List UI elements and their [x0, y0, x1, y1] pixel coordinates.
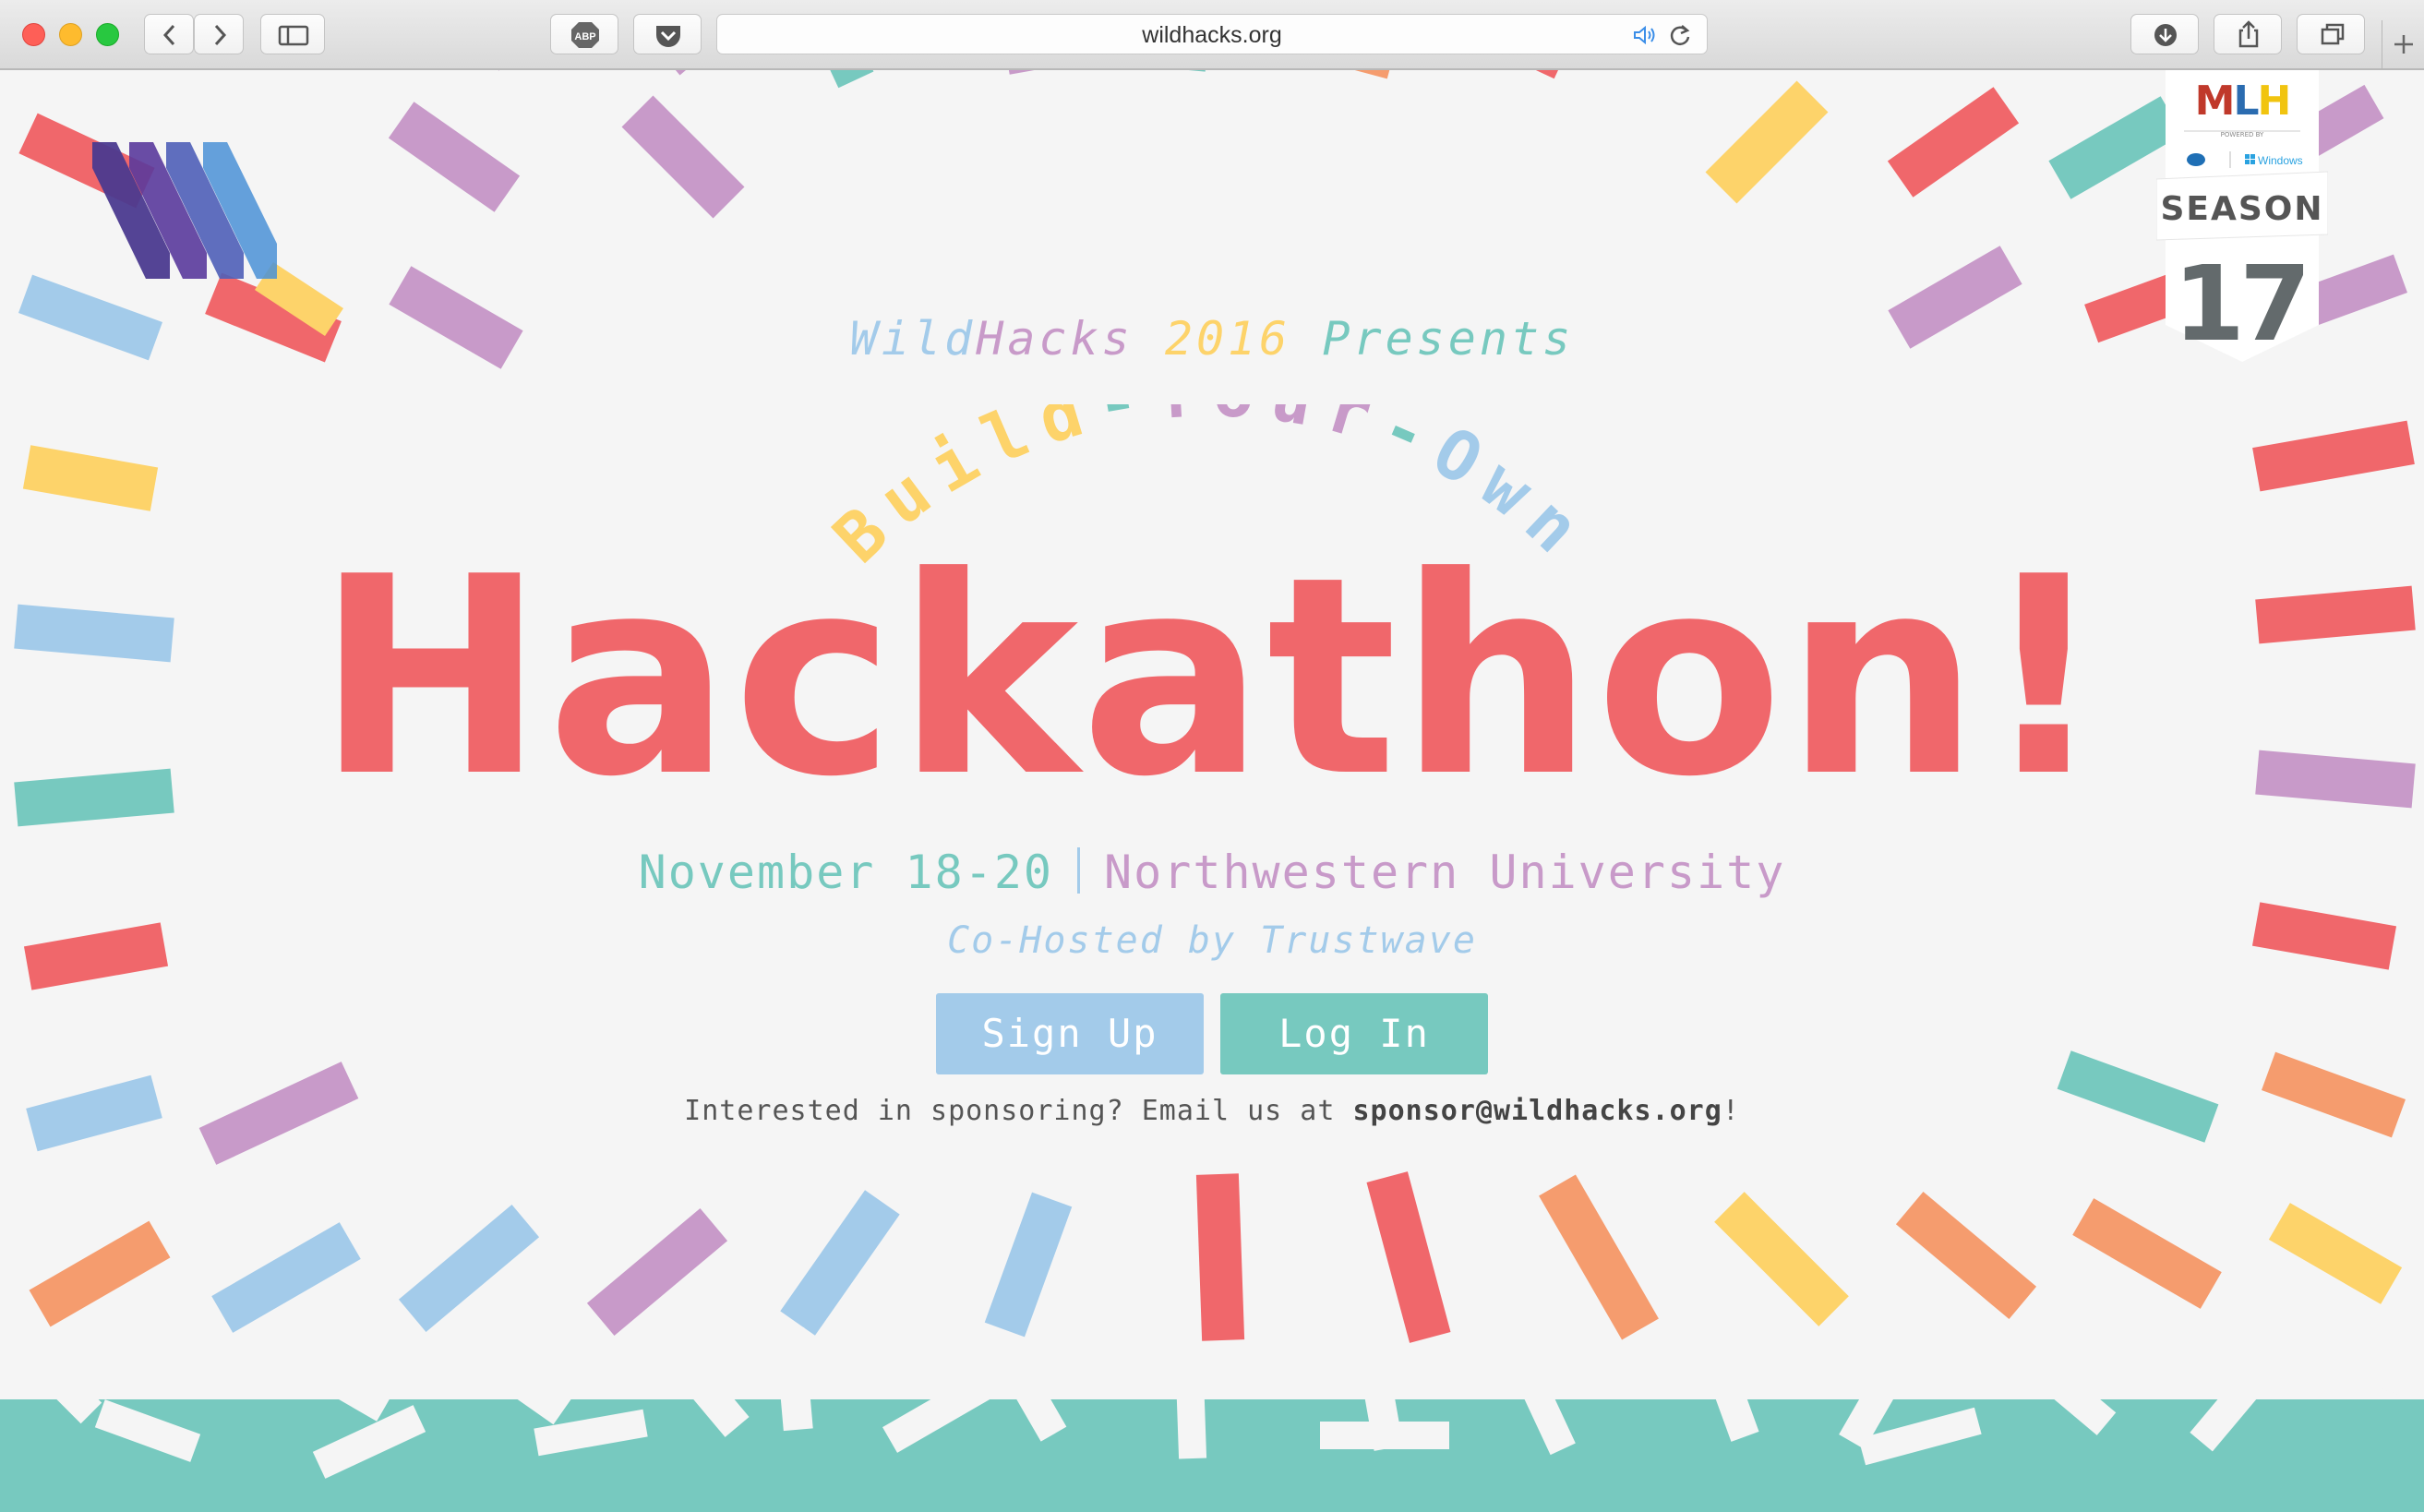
confetti-piece — [2252, 420, 2415, 492]
confetti-piece — [22, 445, 159, 511]
confetti-piece — [1320, 1422, 1449, 1449]
confetti-piece — [398, 1204, 540, 1333]
adblock-button[interactable]: ABP — [550, 14, 618, 54]
season-label: SEASON — [2160, 190, 2323, 228]
browser-toolbar: ABP wildhacks.org — [0, 0, 2424, 70]
svg-text:ABP: ABP — [574, 31, 595, 42]
confetti-piece — [1518, 70, 1602, 79]
share-button[interactable] — [2214, 14, 2282, 54]
sponsor-line: Interested in sponsoring? Email us at sp… — [0, 1095, 2424, 1127]
adblock-icon: ABP — [571, 22, 599, 48]
confetti-piece — [1895, 1191, 2037, 1320]
pocket-icon — [656, 26, 680, 47]
tabs-icon — [2321, 23, 2345, 45]
sidebar-icon — [278, 25, 309, 46]
confetti-piece — [586, 1207, 728, 1337]
log-in-button[interactable]: Log In — [1220, 993, 1488, 1074]
confetti-piece — [1166, 70, 1216, 72]
sponsor-prefix: Interested in sponsoring? Email us at — [684, 1095, 1353, 1127]
confetti-piece — [2268, 1203, 2403, 1304]
back-icon — [162, 24, 175, 46]
confetti-piece — [1366, 1171, 1451, 1343]
dell-logo-icon — [2187, 153, 2205, 166]
presents-year: 2016 — [1164, 312, 1291, 366]
sidebar-button[interactable] — [260, 14, 325, 54]
close-window-button[interactable] — [22, 23, 45, 46]
webpage: MLH POWERED BY Windows SEASON 17 WildHac… — [0, 70, 2424, 1512]
confetti-piece — [2072, 1198, 2222, 1309]
headline: Hackathon! — [316, 518, 2108, 836]
presents-line: WildHacks 2016 Presents — [0, 312, 2424, 366]
confetti-piece — [388, 102, 521, 212]
confetti-piece — [791, 70, 874, 89]
share-icon — [2238, 20, 2259, 48]
separator — [1077, 847, 1081, 894]
minimize-window-button[interactable] — [59, 23, 82, 46]
confetti-piece — [1174, 1347, 1207, 1459]
mlh-logo-text: MLH — [2195, 78, 2290, 125]
confetti-piece — [1195, 1173, 1245, 1341]
confetti-piece — [414, 70, 524, 71]
confetti-piece — [608, 70, 710, 76]
confetti-piece — [1705, 80, 1829, 204]
zoom-window-button[interactable] — [96, 23, 119, 46]
confetti-piece — [29, 1220, 171, 1327]
forward-icon — [214, 24, 227, 46]
confetti-piece — [990, 70, 1049, 75]
reload-icon[interactable] — [1668, 23, 1692, 47]
cohost-line: Co-Hosted by Trustwave — [947, 919, 1477, 962]
presents-word: Presents — [1322, 312, 1575, 366]
confetti-piece — [780, 1190, 900, 1336]
presents-wild: Wild — [849, 312, 977, 366]
pocket-button[interactable] — [633, 14, 702, 54]
confetti-piece — [621, 95, 745, 219]
confetti-piece — [984, 1192, 1073, 1338]
arc-your: Your — [1153, 404, 1395, 460]
sponsor-suffix: ! — [1722, 1095, 1740, 1127]
windows-label: Windows — [2258, 154, 2303, 167]
sign-up-button[interactable]: Sign Up — [936, 993, 1204, 1074]
url-text: wildhacks.org — [1142, 22, 1282, 48]
presents-hacks: Hacks — [976, 312, 1134, 366]
confetti-piece — [1539, 1174, 1659, 1340]
forward-button[interactable] — [194, 14, 244, 54]
confetti-piece — [1887, 87, 2020, 198]
back-button[interactable] — [144, 14, 194, 54]
show-tabs-button[interactable] — [2297, 14, 2365, 54]
confetti-piece — [1714, 1192, 1849, 1326]
event-location: Northwestern University — [1104, 846, 1786, 899]
address-bar[interactable]: wildhacks.org — [716, 14, 1708, 54]
sponsor-email-link[interactable]: sponsor@wildhacks.org — [1352, 1095, 1722, 1127]
date-location-line: November 18-20 Northwestern University — [0, 846, 2424, 899]
confetti-piece — [211, 1222, 361, 1333]
confetti-piece — [1350, 70, 1416, 79]
mlh-powered-by: POWERED BY — [2221, 131, 2264, 138]
new-tab-icon — [2394, 35, 2413, 54]
download-icon — [2154, 24, 2177, 46]
new-tab-button[interactable] — [2382, 20, 2424, 68]
confetti-piece — [2306, 1333, 2420, 1399]
audio-icon[interactable] — [1631, 24, 1659, 46]
downloads-button[interactable] — [2130, 14, 2199, 54]
event-date: November 18-20 — [638, 846, 1054, 899]
